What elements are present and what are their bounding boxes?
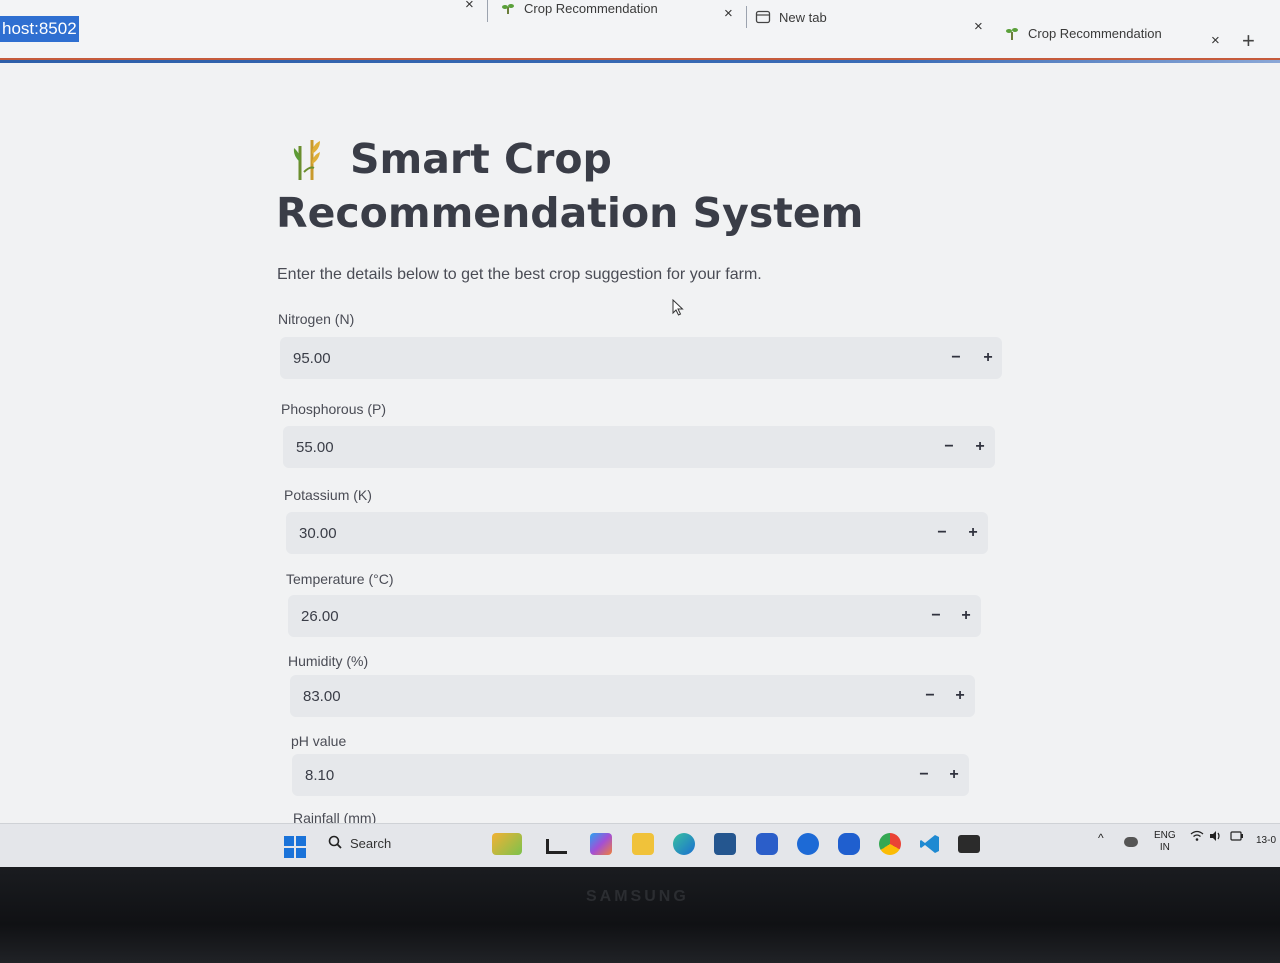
search-icon — [328, 835, 342, 852]
zoom-icon[interactable] — [838, 833, 860, 855]
humidity-label: Humidity (%) — [288, 653, 369, 669]
tab-separator — [487, 0, 488, 22]
potassium-value[interactable]: 30.00 — [286, 525, 337, 542]
address-bar-text[interactable]: host:8502 — [0, 16, 79, 42]
battery-icon[interactable] — [1230, 830, 1244, 846]
nitrogen-input[interactable]: 95.00 − + — [280, 337, 1002, 379]
phosphorous-decrement-button[interactable]: − — [935, 426, 963, 468]
temperature-label: Temperature (°C) — [286, 571, 394, 587]
tab-title: New tab — [779, 9, 827, 25]
nitrogen-increment-button[interactable]: + — [974, 337, 1002, 379]
browser-chrome: host:8502 × Crop Recommendation × New ta… — [0, 0, 1280, 60]
copilot-icon[interactable] — [590, 833, 612, 855]
ph-input[interactable]: 8.10 − + — [292, 754, 969, 796]
search-label: Search — [350, 836, 392, 851]
humidity-decrement-button[interactable]: − — [916, 675, 944, 717]
laptop-bezel — [0, 867, 1280, 963]
ph-label: pH value — [291, 733, 347, 749]
widgets-icon[interactable] — [492, 833, 522, 855]
close-icon[interactable]: × — [465, 0, 474, 13]
tab-crop-recommendation-2[interactable]: Crop Recommendation — [1004, 13, 1204, 53]
onedrive-icon[interactable] — [1124, 837, 1138, 847]
new-tab-page-icon — [755, 9, 771, 25]
nitrogen-label: Nitrogen (N) — [278, 311, 355, 327]
language-indicator[interactable]: ENG IN — [1154, 830, 1176, 854]
ph-increment-button[interactable]: + — [940, 754, 968, 796]
temperature-increment-button[interactable]: + — [952, 595, 980, 637]
nitrogen-value[interactable]: 95.00 — [280, 350, 331, 367]
potassium-label: Potassium (K) — [284, 487, 372, 503]
humidity-input[interactable]: 83.00 − + — [290, 675, 975, 717]
mouse-cursor-icon — [672, 298, 684, 322]
humidity-value[interactable]: 83.00 — [290, 688, 341, 705]
ph-value[interactable]: 8.10 — [292, 767, 334, 784]
tab-separator — [746, 6, 747, 28]
temperature-value[interactable]: 26.00 — [288, 608, 339, 625]
page-subtitle: Enter the details below to get the best … — [277, 266, 762, 283]
phosphorous-label: Phosphorous (P) — [281, 401, 387, 417]
phosphorous-value[interactable]: 55.00 — [283, 439, 334, 456]
file-explorer-icon[interactable] — [632, 833, 654, 855]
rainfall-label: Rainfall (mm) — [293, 810, 377, 823]
wheat-icon — [290, 132, 324, 187]
taskbar: Search ^ ENG IN 13-0 — [0, 823, 1280, 868]
title-row: Smart Crop Recommendation System — [276, 132, 976, 240]
page-title: Smart Crop Recommendation System — [276, 135, 864, 237]
tab-crop-recommendation-1[interactable]: Crop Recommendation — [500, 0, 730, 28]
ph-decrement-button[interactable]: − — [910, 754, 938, 796]
tab-title: Crop Recommendation — [524, 0, 658, 16]
sync-icon[interactable] — [797, 833, 819, 855]
chrome-icon[interactable] — [879, 833, 901, 855]
edge-browser-icon[interactable] — [673, 833, 695, 855]
wifi-icon[interactable] — [1190, 830, 1204, 846]
potassium-decrement-button[interactable]: − — [928, 512, 956, 554]
tab-title: Crop Recommendation — [1028, 25, 1162, 41]
temperature-decrement-button[interactable]: − — [922, 595, 950, 637]
chevron-up-icon[interactable]: ^ — [1098, 832, 1104, 844]
sprout-icon — [1004, 25, 1020, 41]
task-view-icon[interactable] — [546, 839, 567, 854]
device-brand-logo: SAMSUNG — [586, 888, 689, 905]
region-code: IN — [1159, 842, 1170, 853]
tab-new-tab[interactable]: New tab — [755, 0, 955, 37]
tab-close-icon[interactable]: × — [974, 18, 983, 35]
new-tab-button[interactable]: + — [1242, 28, 1255, 54]
humidity-increment-button[interactable]: + — [946, 675, 974, 717]
language-code: ENG — [1154, 830, 1176, 841]
potassium-input[interactable]: 30.00 − + — [286, 512, 988, 554]
terminal-icon[interactable] — [958, 835, 980, 853]
store-icon[interactable] — [714, 833, 736, 855]
windows-start-icon[interactable] — [284, 836, 306, 863]
tab-close-icon[interactable]: × — [1211, 32, 1220, 49]
app-icon[interactable] — [756, 833, 778, 855]
volume-icon[interactable] — [1209, 830, 1223, 846]
potassium-increment-button[interactable]: + — [959, 512, 987, 554]
nitrogen-decrement-button[interactable]: − — [942, 337, 970, 379]
tab-close-icon[interactable]: × — [724, 5, 733, 22]
phosphorous-input[interactable]: 55.00 − + — [283, 426, 995, 468]
sprout-icon — [500, 0, 516, 16]
temperature-input[interactable]: 26.00 − + — [288, 595, 981, 637]
vscode-icon[interactable] — [919, 833, 941, 855]
clock-date[interactable]: 13-0 — [1256, 835, 1276, 847]
phosphorous-increment-button[interactable]: + — [966, 426, 994, 468]
taskbar-search[interactable]: Search — [328, 835, 391, 852]
